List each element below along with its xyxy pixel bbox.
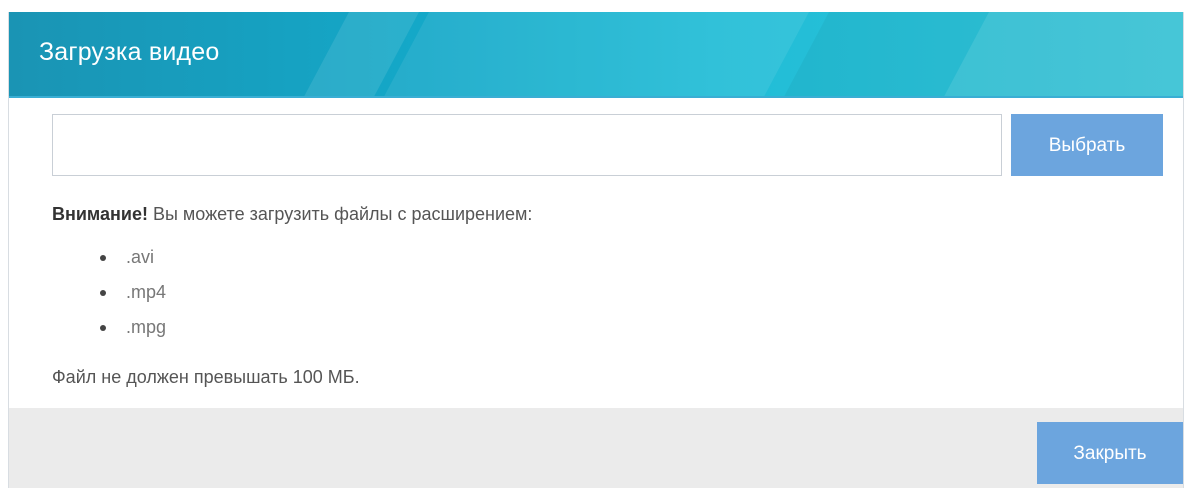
extension-label: .mp4 — [126, 282, 167, 302]
dialog-header: Загрузка видео — [9, 12, 1183, 98]
extension-label: .avi — [126, 247, 155, 267]
file-path-input[interactable] — [52, 114, 1002, 176]
extensions-notice: Внимание! Вы можете загрузить файлы с ра… — [52, 204, 532, 225]
upload-video-dialog: Загрузка видео Выбрать Внимание! Вы може… — [8, 12, 1184, 488]
dialog-title: Загрузка видео — [39, 38, 220, 66]
extension-label: .mpg — [126, 317, 167, 337]
bullet-icon — [100, 325, 106, 331]
bullet-icon — [100, 290, 106, 296]
list-item: .mpg — [52, 310, 166, 345]
dialog-footer: Закрыть — [9, 408, 1183, 488]
list-item: .mp4 — [52, 275, 166, 310]
header-decoration — [384, 12, 809, 96]
extensions-list: .avi .mp4 .mpg — [52, 240, 166, 345]
list-item: .avi — [52, 240, 166, 275]
size-limit-text: Файл не должен превышать 100 МБ. — [52, 367, 360, 387]
warning-text: Вы можете загрузить файлы с расширением: — [147, 204, 533, 224]
close-button[interactable]: Закрыть — [1037, 422, 1183, 484]
browse-button[interactable]: Выбрать — [1011, 114, 1163, 176]
warning-label: Внимание! — [52, 204, 148, 224]
bullet-icon — [100, 255, 106, 261]
